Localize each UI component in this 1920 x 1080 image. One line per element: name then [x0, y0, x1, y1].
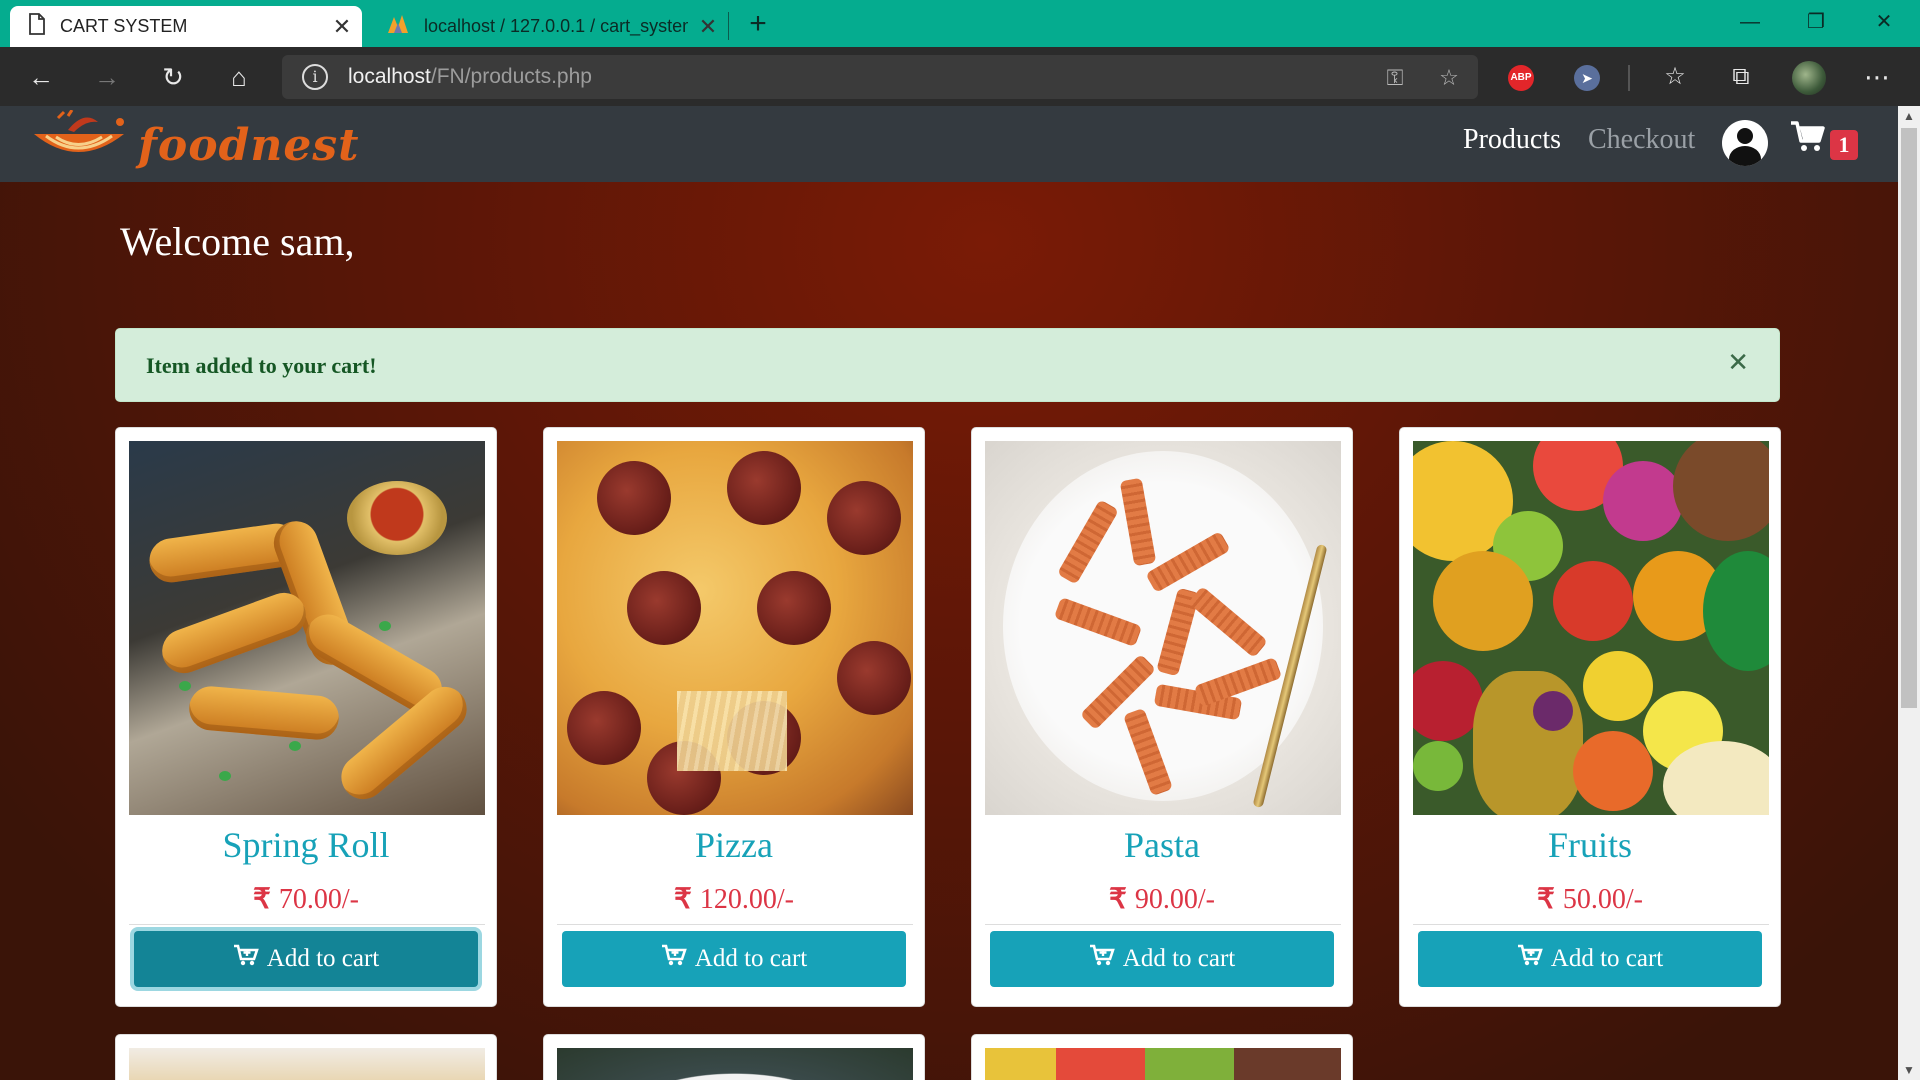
- add-to-cart-button[interactable]: Add to cart: [134, 931, 478, 987]
- product-price: ₹50.00/-: [1537, 884, 1643, 915]
- cart-plus-icon: [1089, 944, 1115, 972]
- card-divider: [557, 924, 913, 925]
- new-tab-icon[interactable]: +: [740, 8, 776, 42]
- product-name: Spring Roll: [222, 825, 390, 865]
- rupee-icon: ₹: [253, 884, 271, 915]
- scroll-up-icon[interactable]: ▲: [1898, 106, 1920, 126]
- product-price: ₹70.00/-: [253, 884, 359, 915]
- tab-cart-system[interactable]: CART SYSTEM ✕: [10, 6, 362, 47]
- cart-count-badge: 1: [1830, 130, 1858, 160]
- back-icon[interactable]: ←: [22, 58, 60, 96]
- phpmyadmin-icon: [386, 13, 410, 40]
- product-name: Pasta: [1124, 825, 1200, 865]
- success-alert: Item added to your cart! ✕: [115, 328, 1780, 402]
- url-text[interactable]: localhost/FN/products.php: [348, 65, 592, 89]
- collections-icon[interactable]: ⧉: [1722, 58, 1760, 96]
- add-to-cart-button[interactable]: Add to cart: [990, 931, 1334, 987]
- product-card: [971, 1034, 1353, 1080]
- product-name: Fruits: [1547, 825, 1633, 865]
- card-divider: [985, 924, 1341, 925]
- tab-phpmyadmin[interactable]: localhost / 127.0.0.1 / cart_system ✕: [372, 6, 728, 47]
- page-scrollbar[interactable]: ▲ ▼: [1898, 106, 1920, 1080]
- welcome-heading: Welcome sam,: [120, 219, 355, 264]
- page-icon: [28, 13, 46, 40]
- favorites-icon[interactable]: ☆: [1656, 58, 1694, 96]
- product-card: Fruits ₹50.00/- Add to cart: [1399, 427, 1781, 1007]
- close-alert-icon[interactable]: ✕: [1727, 347, 1749, 378]
- brand-name: foodnest: [138, 120, 360, 171]
- add-to-cart-button[interactable]: Add to cart: [562, 931, 906, 987]
- scroll-down-icon[interactable]: ▼: [1898, 1060, 1920, 1080]
- address-bar[interactable]: i localhost/FN/products.php ⚿ ☆: [282, 55, 1478, 99]
- product-image: [129, 1048, 485, 1080]
- close-tab-icon[interactable]: ✕: [688, 14, 728, 40]
- tab-divider: [728, 12, 729, 40]
- product-price: ₹90.00/-: [1109, 884, 1215, 915]
- scrollbar-thumb[interactable]: [1901, 128, 1917, 708]
- forward-icon[interactable]: →: [88, 58, 126, 96]
- product-card: [543, 1034, 925, 1080]
- product-card: Spring Roll ₹70.00/- Add to cart: [115, 427, 497, 1007]
- add-to-cart-button[interactable]: Add to cart: [1418, 931, 1762, 987]
- key-icon[interactable]: ⚿: [1380, 63, 1410, 93]
- nav-link-products[interactable]: Products: [1463, 124, 1561, 156]
- card-divider: [129, 924, 485, 925]
- browser-tab-strip: CART SYSTEM ✕ localhost / 127.0.0.1 / ca…: [0, 0, 1920, 47]
- add-favorite-icon[interactable]: ☆: [1434, 63, 1464, 93]
- page-viewport: foodnest Products Checkout 1 Welcome sam…: [0, 106, 1898, 1080]
- product-image: [557, 1048, 913, 1080]
- site-info-icon[interactable]: i: [302, 64, 328, 90]
- close-window-icon[interactable]: ✕: [1852, 0, 1916, 44]
- product-price: ₹120.00/-: [674, 884, 794, 915]
- rupee-icon: ₹: [674, 884, 692, 915]
- cart-plus-icon: [1517, 944, 1543, 972]
- nav-link-checkout[interactable]: Checkout: [1588, 124, 1695, 156]
- alert-message: Item added to your cart!: [146, 353, 377, 378]
- rupee-icon: ₹: [1537, 884, 1555, 915]
- product-image: [985, 441, 1341, 815]
- product-image: [557, 441, 913, 815]
- minimize-icon[interactable]: —: [1718, 0, 1782, 44]
- product-image: [985, 1048, 1341, 1080]
- product-card: Pasta ₹90.00/- Add to cart: [971, 427, 1353, 1007]
- product-card: [115, 1034, 497, 1080]
- profile-avatar[interactable]: [1792, 61, 1826, 95]
- product-name: Pizza: [695, 825, 773, 865]
- tab-title: localhost / 127.0.0.1 / cart_system: [424, 16, 688, 36]
- cursor-extension-icon[interactable]: ➤: [1574, 65, 1600, 91]
- brand-logo[interactable]: foodnest: [28, 109, 358, 178]
- browser-toolbar: ← → ↻ ⌂ i localhost/FN/products.php ⚿ ☆ …: [0, 47, 1920, 106]
- refresh-icon[interactable]: ↻: [154, 58, 192, 96]
- card-divider: [1413, 924, 1769, 925]
- noodle-bowl-icon: [34, 109, 124, 152]
- rupee-icon: ₹: [1109, 884, 1127, 915]
- cart-plus-icon: [661, 944, 687, 972]
- restore-icon[interactable]: ❐: [1784, 0, 1848, 44]
- product-card: Pizza ₹120.00/- Add to cart: [543, 427, 925, 1007]
- site-navbar: foodnest Products Checkout 1: [0, 106, 1898, 182]
- product-image: [1413, 441, 1769, 815]
- adblock-plus-icon[interactable]: ABP: [1508, 65, 1534, 91]
- toolbar-divider: [1628, 65, 1630, 91]
- user-account-icon[interactable]: [1722, 120, 1768, 166]
- tab-title: CART SYSTEM: [60, 16, 188, 36]
- product-image: [129, 441, 485, 815]
- more-menu-icon[interactable]: ⋯: [1858, 58, 1896, 96]
- home-icon[interactable]: ⌂: [220, 58, 258, 96]
- cart-plus-icon: [233, 944, 259, 972]
- close-tab-icon[interactable]: ✕: [322, 14, 362, 40]
- cart-icon[interactable]: [1790, 120, 1826, 161]
